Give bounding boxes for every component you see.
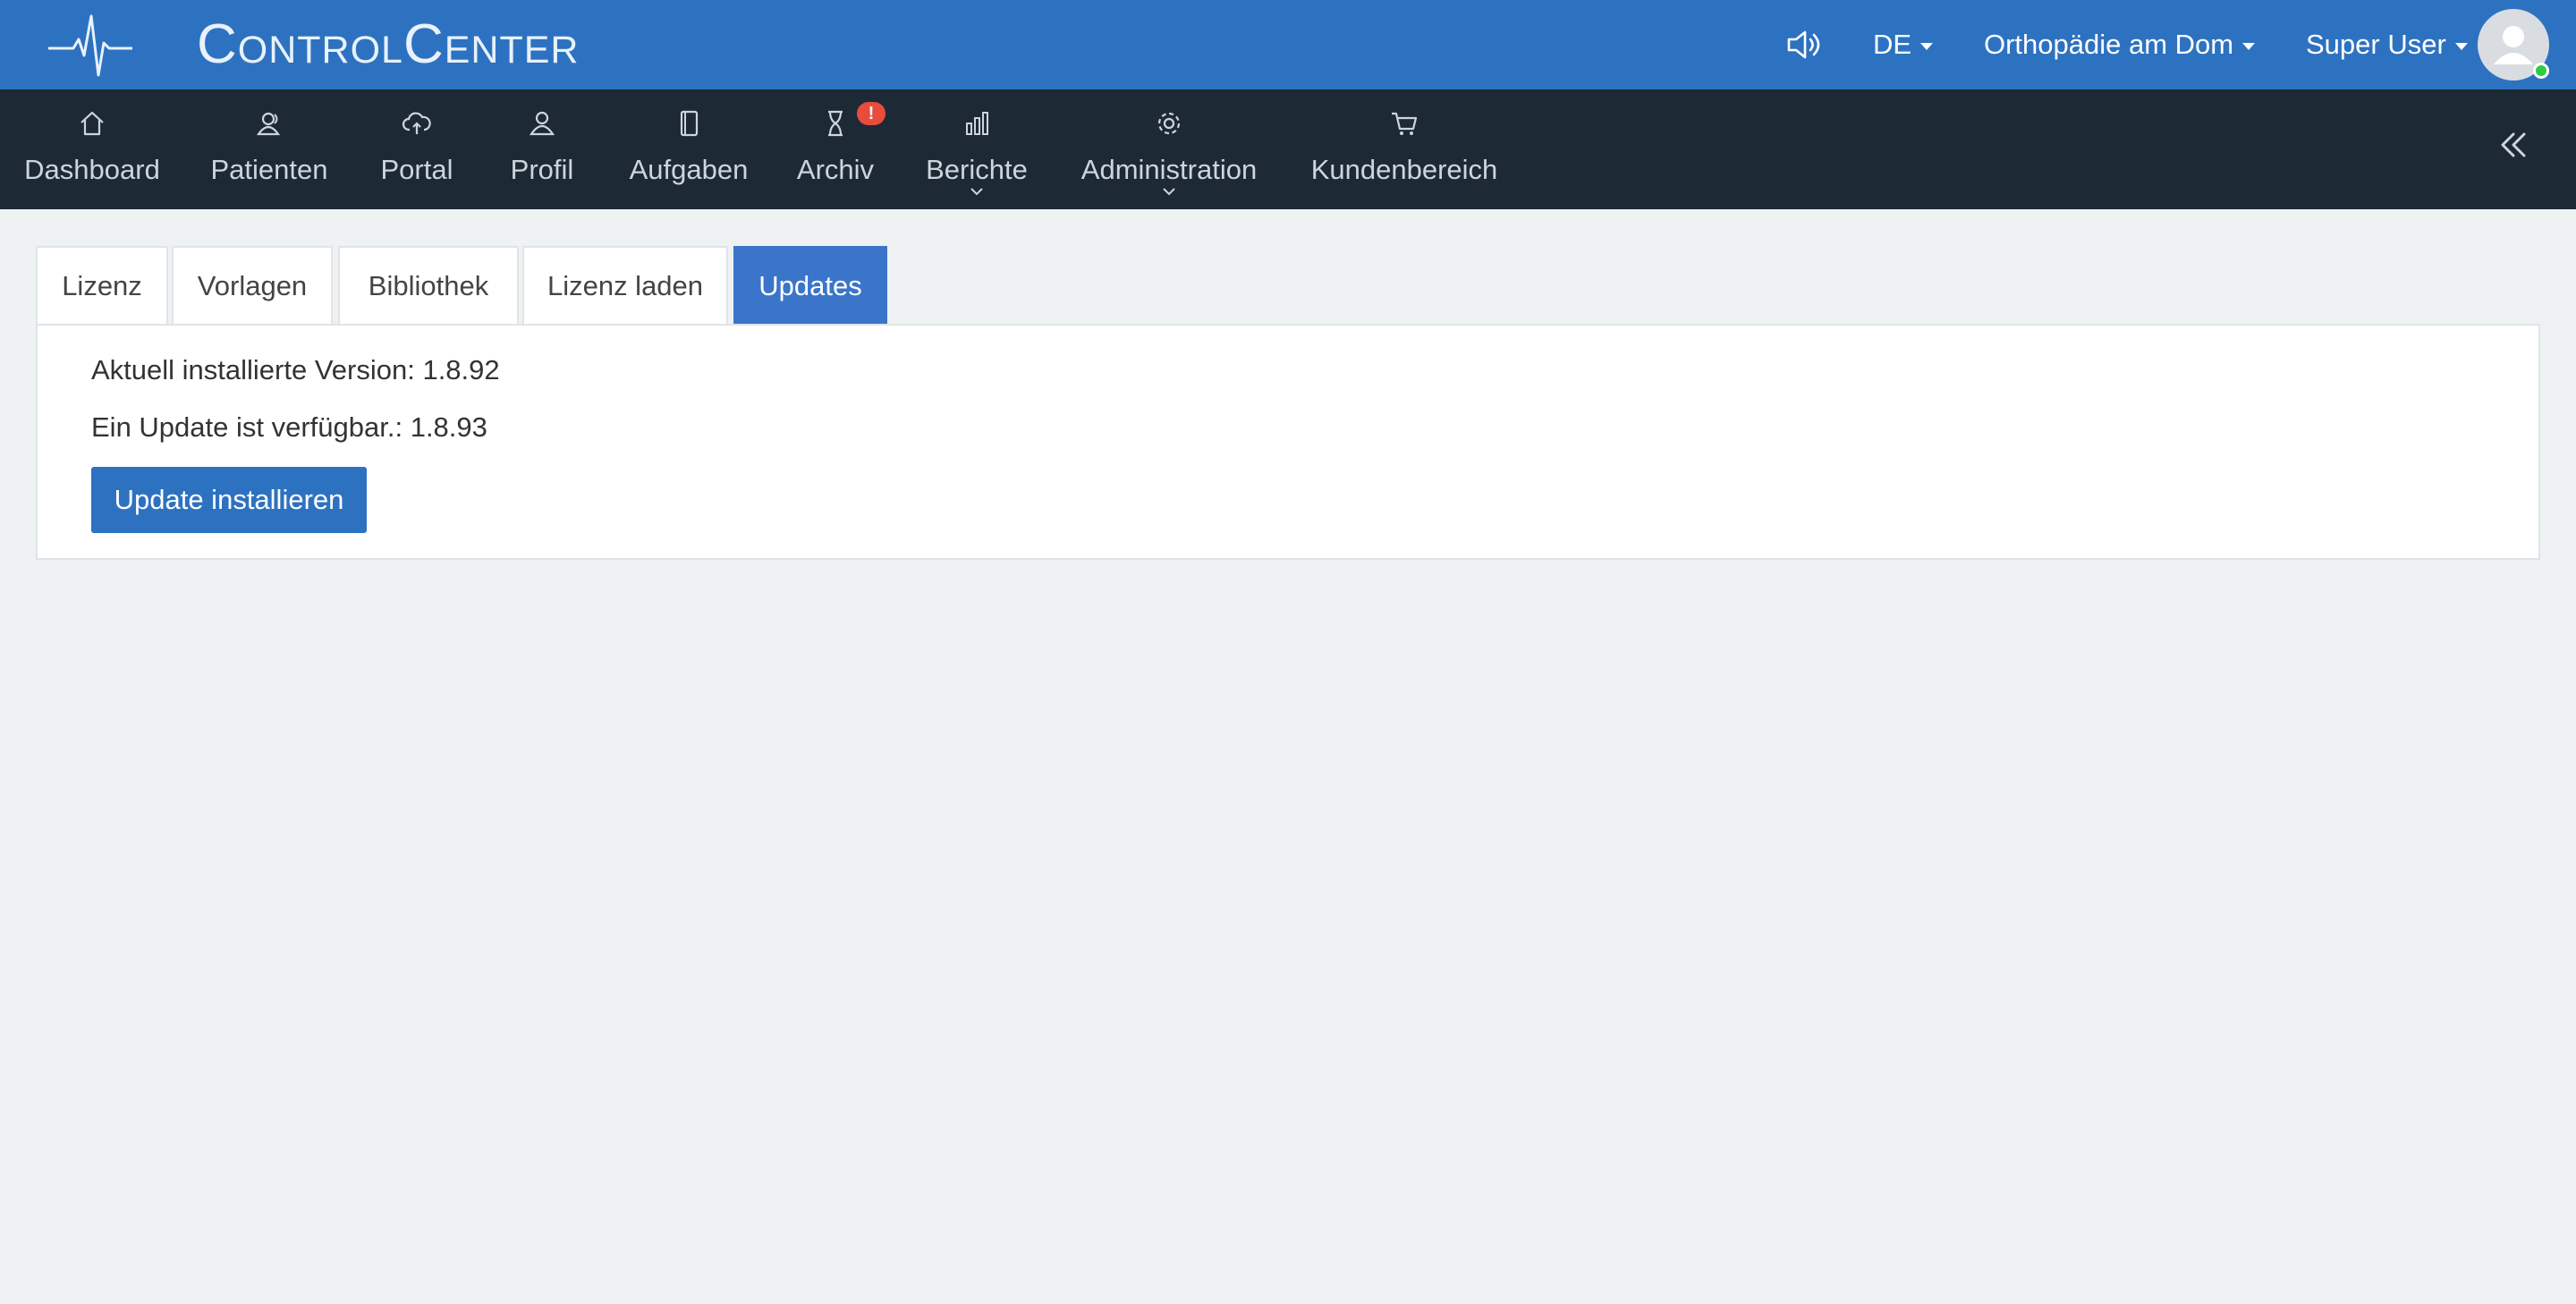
app-title: ControlCenter (197, 13, 580, 75)
tab-updates[interactable]: Updates (733, 246, 887, 325)
installed-version-text: Aktuell installierte Version: 1.8.92 (91, 354, 500, 385)
notification-badge: ! (857, 102, 886, 125)
nav-label: Archiv (796, 154, 875, 185)
practice-dropdown[interactable]: Orthopädie am Dom (1984, 22, 2256, 67)
user-menu-dropdown[interactable]: Super User (2306, 22, 2468, 67)
nav-item-patienten[interactable]: Patienten (202, 89, 336, 209)
collapse-double-chevron-icon[interactable] (2496, 127, 2531, 163)
nav-label: Administration (1080, 154, 1258, 185)
nav-item-berichte[interactable]: Berichte (923, 89, 1030, 209)
nav-label: Patienten (210, 154, 328, 185)
hourglass-icon (828, 110, 843, 137)
nav-item-kundenbereich[interactable]: Kundenbereich (1308, 89, 1501, 209)
notebook-icon (680, 110, 699, 137)
tab-bibliothek[interactable]: Bibliothek (338, 246, 519, 325)
nav-label: Berichte (926, 154, 1028, 185)
language-label: DE (1873, 29, 1912, 60)
nav-item-profil[interactable]: Profil (501, 89, 583, 209)
top-header: ControlCenter DE Orthopädie am Dom Super… (0, 0, 2576, 89)
nav-item-aufgaben[interactable]: Aufgaben (626, 89, 751, 209)
chevron-down-icon (970, 188, 983, 196)
nav-item-dashboard[interactable]: Dashboard (18, 89, 166, 209)
tab-lizenz[interactable]: Lizenz (36, 246, 168, 325)
gear-icon (1157, 112, 1181, 135)
available-update-text: Ein Update ist verfügbar.: 1.8.93 (91, 411, 487, 443)
cart-icon (1392, 112, 1418, 135)
speaker-icon[interactable] (1784, 25, 1823, 64)
language-dropdown[interactable]: DE (1873, 22, 1934, 67)
practice-label: Orthopädie am Dom (1984, 29, 2234, 60)
nav-label: Kundenbereich (1310, 154, 1498, 185)
home-icon (80, 111, 104, 136)
updates-panel: Aktuell installierte Version: 1.8.92 Ein… (36, 324, 2540, 560)
chevron-down-icon (1163, 188, 1175, 196)
nav-item-archiv[interactable]: ! Archiv (792, 89, 886, 209)
nav-item-administration[interactable]: Administration (1073, 89, 1265, 209)
user-name: Super User (2306, 29, 2446, 60)
bar-chart-icon (966, 112, 988, 135)
chevron-down-icon (1920, 42, 1934, 50)
nav-item-portal[interactable]: Portal (374, 89, 460, 209)
nav-label: Portal (380, 154, 453, 185)
heartbeat-logo-icon (48, 14, 132, 77)
main-navbar: Dashboard Patienten Portal Profil Aufgab… (0, 89, 2576, 209)
install-update-button[interactable]: Update installieren (91, 467, 367, 533)
nav-label: Dashboard (24, 154, 160, 185)
nav-label: Profil (510, 154, 574, 185)
user-icon (529, 111, 555, 136)
tab-lizenz-laden[interactable]: Lizenz laden (522, 246, 728, 325)
chevron-down-icon (2454, 42, 2468, 50)
chevron-down-icon (2242, 42, 2256, 50)
tab-vorlagen[interactable]: Vorlagen (172, 246, 333, 325)
cloud-upload-icon (402, 112, 431, 134)
nav-label: Aufgaben (629, 154, 749, 185)
patients-icon (256, 112, 281, 136)
online-status-dot (2533, 63, 2549, 79)
